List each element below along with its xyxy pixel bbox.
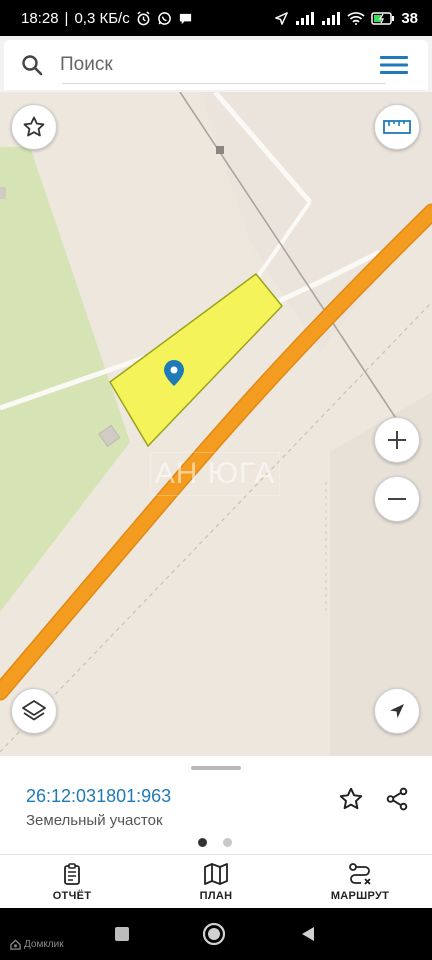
search-header xyxy=(0,36,432,92)
page-dot[interactable] xyxy=(223,838,232,847)
domclick-logo-icon xyxy=(10,939,21,950)
layers-icon xyxy=(22,700,46,721)
chat-bubble-icon xyxy=(178,11,193,26)
star-icon xyxy=(339,787,363,810)
whatsapp-icon xyxy=(157,11,172,26)
status-network-speed: 0,3 КБ/с xyxy=(74,9,130,27)
tab-plan-label: ПЛАН xyxy=(199,889,233,902)
ruler-button[interactable] xyxy=(374,104,420,150)
tab-plan[interactable]: ПЛАН xyxy=(144,855,288,908)
alarm-icon xyxy=(136,10,151,26)
pagination-dots xyxy=(198,838,232,847)
green-area xyxy=(0,147,130,612)
battery-icon xyxy=(371,11,395,25)
wifi-icon xyxy=(347,11,365,25)
building-2 xyxy=(0,187,6,199)
zoom-out-button[interactable] xyxy=(374,476,420,522)
home-button[interactable] xyxy=(202,922,226,946)
page-dot-active[interactable] xyxy=(198,838,207,847)
tab-report-label: ОТЧЁТ xyxy=(52,889,92,902)
zoom-in-button[interactable] xyxy=(374,417,420,463)
location-arrow-icon xyxy=(274,11,289,26)
status-bar: 18:28 | 0,3 КБ/с 38 xyxy=(0,0,432,36)
plus-icon xyxy=(388,431,406,449)
my-location-button[interactable] xyxy=(374,688,420,734)
layers-button[interactable] xyxy=(11,688,57,734)
menu-button[interactable] xyxy=(380,54,408,76)
minus-icon xyxy=(388,498,406,500)
map-canvas xyxy=(0,92,432,756)
share-icon xyxy=(386,787,408,811)
battery-percent: 38 xyxy=(401,9,418,27)
report-icon xyxy=(64,862,80,885)
search-bar xyxy=(4,40,428,90)
navigation-arrow-icon xyxy=(390,704,404,718)
triangle-back-icon xyxy=(302,927,314,941)
star-icon xyxy=(23,116,45,137)
recents-button[interactable] xyxy=(110,922,134,946)
square-icon xyxy=(115,927,129,941)
tab-report[interactable]: ОТЧЁТ xyxy=(0,855,144,908)
tab-route[interactable]: МАРШРУТ xyxy=(288,855,432,908)
map-view[interactable]: АН ЮГА xyxy=(0,92,432,756)
parcel-info-sheet: 26:12:031801:963 Земельный участок xyxy=(0,756,432,854)
search-icon[interactable] xyxy=(4,54,60,76)
search-input[interactable] xyxy=(60,54,360,76)
signal-icon-2 xyxy=(321,11,341,25)
map-marker-square xyxy=(216,146,224,154)
signal-icon xyxy=(295,11,315,25)
back-button[interactable] xyxy=(296,922,320,946)
bottom-action-bar: ОТЧЁТ ПЛАН МАРШРУТ xyxy=(0,854,432,908)
parcel-type: Земельный участок xyxy=(26,812,163,829)
circle-icon xyxy=(202,922,226,946)
tab-route-label: МАРШРУТ xyxy=(330,889,390,902)
hamburger-menu-icon xyxy=(380,56,408,74)
ruler-icon xyxy=(383,120,411,134)
route-icon xyxy=(349,862,371,885)
favorite-map-button[interactable] xyxy=(11,104,57,150)
brand-name: Домклик xyxy=(24,939,64,950)
watermark: АН ЮГА xyxy=(150,452,280,496)
search-underline xyxy=(62,83,386,84)
system-navigation-bar: Домклик xyxy=(0,908,432,960)
brand-watermark: Домклик xyxy=(10,939,64,950)
cadastral-number[interactable]: 26:12:031801:963 xyxy=(26,786,171,807)
map-plan-icon xyxy=(204,862,228,885)
share-button[interactable] xyxy=(382,784,412,814)
add-favorite-button[interactable] xyxy=(336,784,366,814)
sheet-drag-handle[interactable] xyxy=(191,766,241,770)
status-time: 18:28 xyxy=(21,9,59,27)
